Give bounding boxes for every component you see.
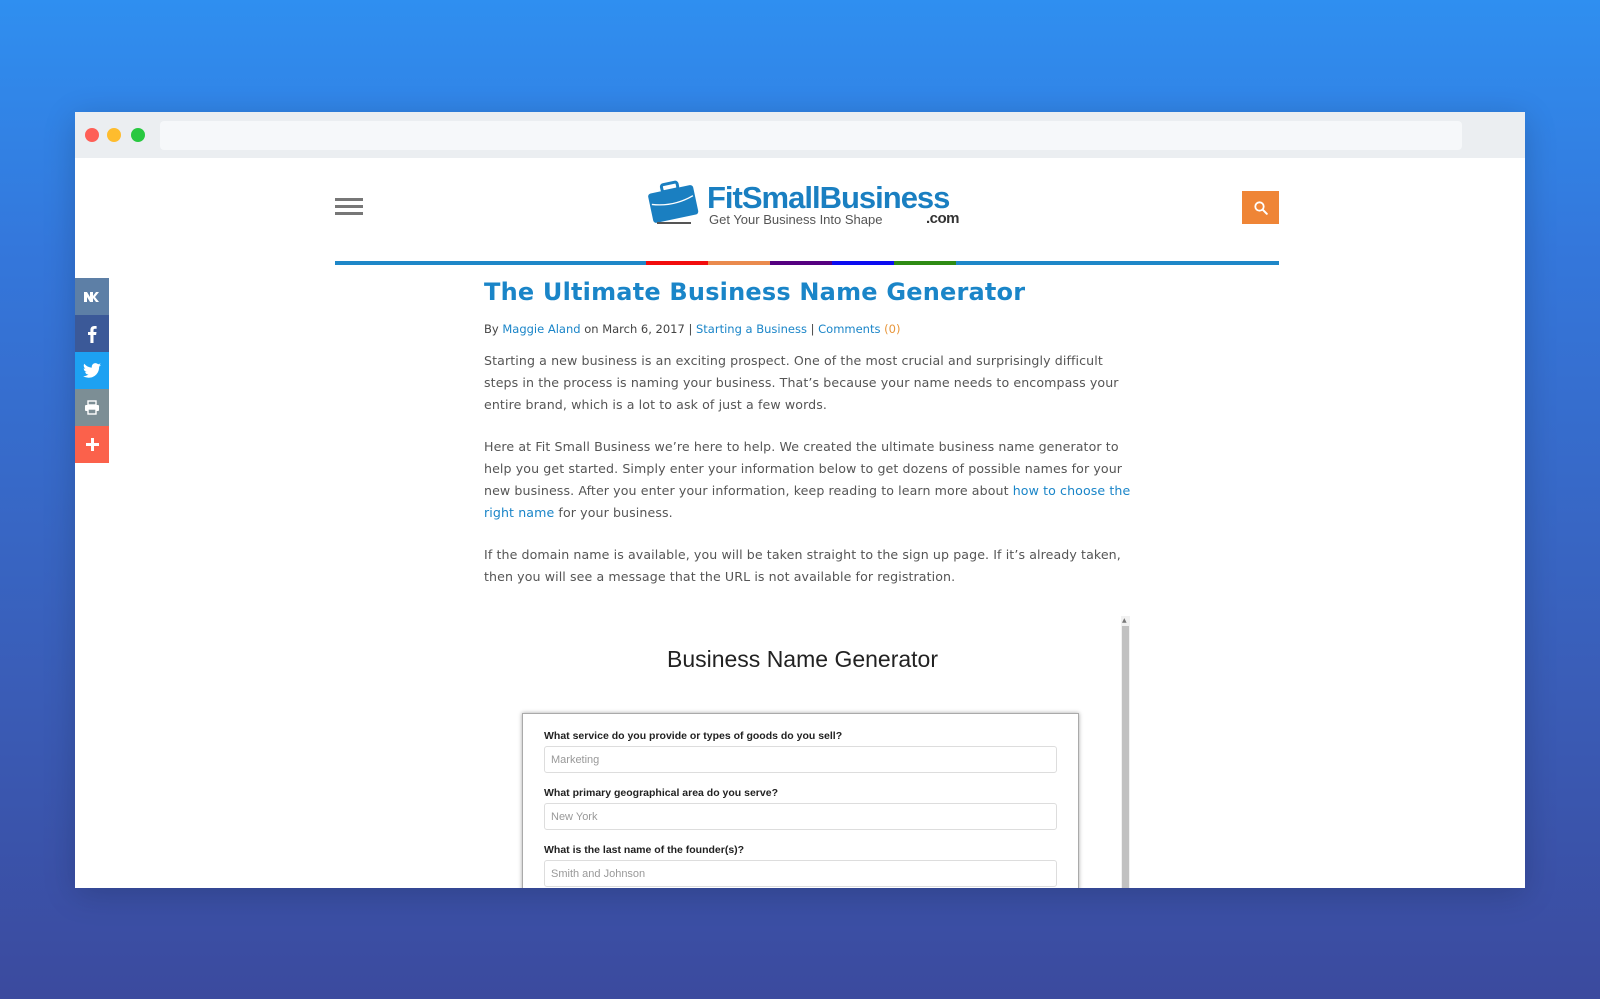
share-facebook-button[interactable] <box>75 315 109 352</box>
help-paragraph-end: for your business. <box>554 505 673 520</box>
domain-paragraph: If the domain name is available, you wil… <box>484 547 1121 584</box>
author-link[interactable]: Maggie Aland <box>502 322 580 336</box>
founder-input[interactable] <box>544 860 1057 887</box>
share-twitter-button[interactable] <box>75 352 109 389</box>
color-bar-segment <box>335 261 646 265</box>
maximize-window-button[interactable] <box>131 128 145 142</box>
search-button[interactable] <box>1242 191 1279 224</box>
area-input[interactable] <box>544 803 1057 830</box>
close-window-button[interactable] <box>85 128 99 142</box>
browser-window: FitSmallBusiness Get Your Business Into … <box>75 112 1525 888</box>
share-vk-button[interactable] <box>75 278 109 315</box>
print-button[interactable] <box>75 389 109 426</box>
article: The Ultimate Business Name Generator By … <box>484 278 1134 588</box>
form-field-founder: What is the last name of the founder(s)? <box>544 844 1057 888</box>
form-field-service: What service do you provide or types of … <box>544 730 1057 787</box>
color-bar-segment <box>894 261 956 265</box>
social-share-bar <box>75 278 109 463</box>
header-color-bar <box>335 261 1279 265</box>
hamburger-icon-line <box>335 212 363 215</box>
meta-separator: | <box>806 322 819 336</box>
brand-tld: .com <box>926 210 960 227</box>
briefcase-icon <box>648 180 699 224</box>
meta-by: By <box>484 322 503 336</box>
founder-label: What is the last name of the founder(s)? <box>544 844 745 856</box>
comments-link[interactable]: Comments <box>818 322 880 336</box>
vk-icon <box>84 291 99 302</box>
scrollbar-thumb[interactable] <box>1122 626 1129 888</box>
address-bar[interactable] <box>160 121 1462 150</box>
browser-titlebar <box>75 112 1525 158</box>
embed-scrollbar[interactable]: ▲ <box>1121 616 1130 888</box>
share-more-button[interactable] <box>75 426 109 463</box>
area-label: What primary geographical area do you se… <box>544 787 778 799</box>
service-label: What service do you provide or types of … <box>544 730 843 742</box>
hamburger-icon-line <box>335 205 363 208</box>
generator-form: What service do you provide or types of … <box>522 713 1079 888</box>
menu-button[interactable] <box>335 198 363 218</box>
color-bar-segment <box>646 261 708 265</box>
intro-paragraph: Starting a new business is an exciting p… <box>484 353 1119 412</box>
comments-count: (0) <box>880 322 901 336</box>
minimize-window-button[interactable] <box>107 128 121 142</box>
color-bar-segment <box>956 261 1279 265</box>
brand-tagline: Get Your Business Into Shape <box>709 212 883 227</box>
article-title: The Ultimate Business Name Generator <box>484 278 1026 306</box>
brand-name: FitSmallBusiness <box>707 180 950 215</box>
twitter-icon <box>83 363 101 378</box>
form-field-area: What primary geographical area do you se… <box>544 787 1057 844</box>
search-icon <box>1253 200 1268 215</box>
scroll-up-arrow-icon[interactable]: ▲ <box>1122 617 1127 624</box>
hamburger-icon <box>335 198 363 201</box>
color-bar-segment <box>770 261 832 265</box>
color-bar-segment <box>708 261 770 265</box>
plus-icon <box>85 438 99 451</box>
help-paragraph: Here at Fit Small Business we’re here to… <box>484 436 1134 524</box>
meta-date: on March 6, 2017 | <box>580 322 696 336</box>
site-logo[interactable]: FitSmallBusiness Get Your Business Into … <box>647 178 967 228</box>
article-meta: By Maggie Aland on March 6, 2017 | Start… <box>484 322 1134 336</box>
facebook-icon <box>88 325 97 343</box>
print-icon <box>85 400 99 415</box>
generator-title: Business Name Generator <box>666 646 938 672</box>
color-bar-segment <box>832 261 894 265</box>
name-generator-embed: Business Name Generator What service do … <box>484 616 1130 888</box>
service-input[interactable] <box>544 746 1057 773</box>
web-page: FitSmallBusiness Get Your Business Into … <box>75 158 1525 888</box>
category-link[interactable]: Starting a Business <box>696 322 807 336</box>
